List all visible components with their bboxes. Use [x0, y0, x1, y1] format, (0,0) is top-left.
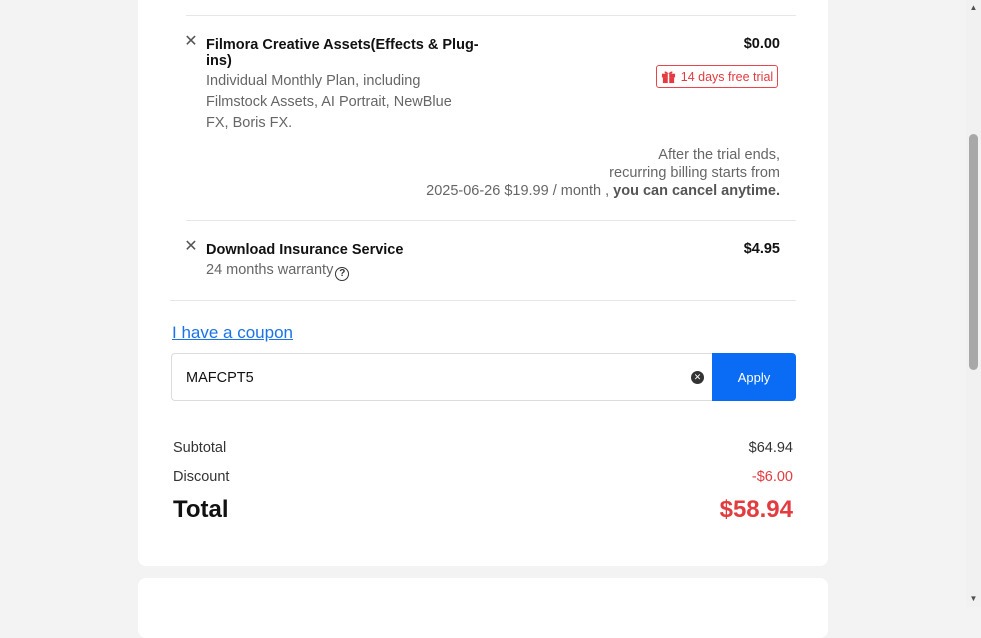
item-description: Individual Monthly Plan, including Films…: [206, 73, 452, 131]
help-icon[interactable]: ?: [335, 267, 350, 281]
scroll-up-arrow-icon[interactable]: ▲: [966, 0, 981, 16]
item-title: Filmora Creative Assets(Effects & Plug- …: [206, 37, 479, 69]
free-trial-badge: 14 days free trial: [656, 65, 778, 88]
item-price: $0.00: [743, 36, 780, 52]
total-value: $58.94: [719, 496, 793, 523]
divider: [186, 220, 796, 221]
discount-label: Discount: [173, 469, 230, 485]
divider: [170, 300, 796, 301]
remove-item-close-icon[interactable]: ✕: [184, 34, 198, 50]
vertical-scrollbar[interactable]: ▲ ▼: [966, 0, 981, 607]
divider: [186, 15, 796, 16]
gift-icon: [661, 69, 676, 84]
next-section-card: [138, 578, 828, 638]
total-label: Total: [173, 496, 229, 523]
item-title: Download Insurance Service: [206, 242, 404, 258]
item-description: 24 months warranty?: [206, 260, 350, 281]
subtotal-value: $64.94: [748, 440, 793, 456]
coupon-input[interactable]: [184, 354, 668, 402]
scroll-down-arrow-icon[interactable]: ▼: [966, 591, 981, 607]
subtotal-label: Subtotal: [173, 440, 227, 456]
item-price: $4.95: [743, 241, 780, 257]
scrollbar-thumb[interactable]: [969, 134, 978, 370]
discount-value: -$6.00: [751, 469, 793, 485]
clear-input-icon[interactable]: ✕: [691, 371, 704, 384]
remove-item-close-icon[interactable]: ✕: [184, 239, 198, 255]
coupon-field: ✕: [171, 353, 712, 402]
badge-label: 14 days free trial: [680, 69, 774, 84]
trial-billing-note: After the trial ends, recurring billing …: [426, 147, 780, 199]
apply-coupon-button[interactable]: Apply: [712, 353, 796, 401]
coupon-link[interactable]: I have a coupon: [172, 323, 293, 343]
